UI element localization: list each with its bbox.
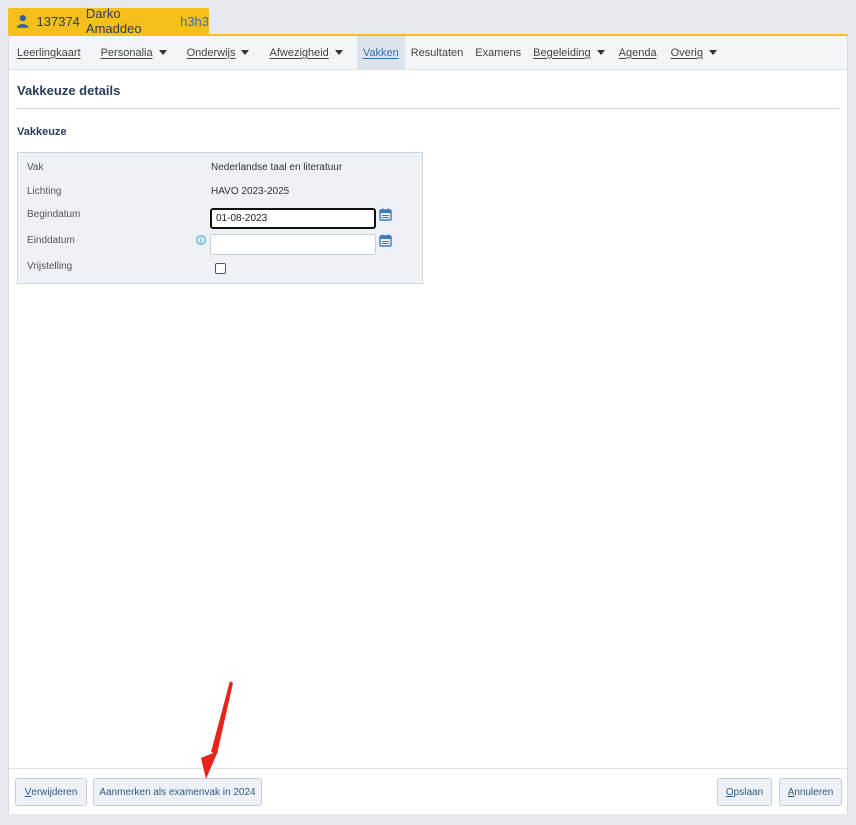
mark-exam-button[interactable]: Aanmerken als examenvak in 2024 [93,778,262,806]
main-panel: Leerlingkaart Personalia Onderwijs Afwez… [8,34,848,814]
delete-button[interactable]: Verwijderen [15,778,87,806]
begindatum-input[interactable] [210,208,376,229]
caret-down-icon [241,50,250,55]
nav-item-examens[interactable]: Examens [469,36,527,69]
cancel-button[interactable]: Annuleren [779,778,842,806]
nav-item-overig[interactable]: Overig [665,36,723,69]
einddatum-input[interactable] [210,234,376,255]
calendar-icon[interactable] [379,208,392,221]
nav-item-personalia[interactable]: Personalia [95,36,173,69]
caret-down-icon [334,50,343,55]
nav-item-agenda[interactable]: Agenda [613,36,663,69]
nav-bar: Leerlingkaart Personalia Onderwijs Afwez… [9,36,847,70]
begindatum-label: Begindatum [27,209,81,220]
caret-down-icon [158,50,167,55]
save-button[interactable]: Opslaan [717,778,772,806]
user-icon [16,15,29,28]
student-name: Darko Amaddeo [85,6,142,36]
nav-item-begeleiding[interactable]: Begeleiding [527,36,611,69]
nav-item-leerlingkaart[interactable]: Leerlingkaart [11,36,87,69]
divider [17,108,839,109]
vrijstelling-label: Vrijstelling [27,261,73,272]
vak-label: Vak [27,162,44,173]
vakkeuze-form: Vak Nederlandse taal en literatuur Licht… [17,152,423,284]
caret-down-icon [596,50,605,55]
nav-item-afwezigheid[interactable]: Afwezigheid [263,36,348,69]
nav-item-resultaten[interactable]: Resultaten [405,36,470,69]
einddatum-label: Einddatum [27,235,75,246]
student-class: h3h3 [180,13,209,29]
student-id: 137374 [36,13,80,29]
nav-item-onderwijs[interactable]: Onderwijs [181,36,256,69]
caret-down-icon [708,50,717,55]
info-icon[interactable] [196,235,206,245]
student-tab[interactable]: 137374 Darko Amaddeo h3h3 [8,6,209,36]
nav-item-vakken[interactable]: Vakken [356,36,405,69]
section-title: Vakkeuze [17,126,67,138]
lichting-value: HAVO 2023-2025 [211,186,290,197]
footer-bar: Verwijderen Aanmerken als examenvak in 2… [9,768,847,814]
lichting-label: Lichting [27,186,62,197]
calendar-icon[interactable] [379,234,392,247]
vak-value: Nederlandse taal en literatuur [211,162,343,173]
vrijstelling-checkbox[interactable] [215,263,226,274]
page-title: Vakkeuze details [17,83,121,98]
